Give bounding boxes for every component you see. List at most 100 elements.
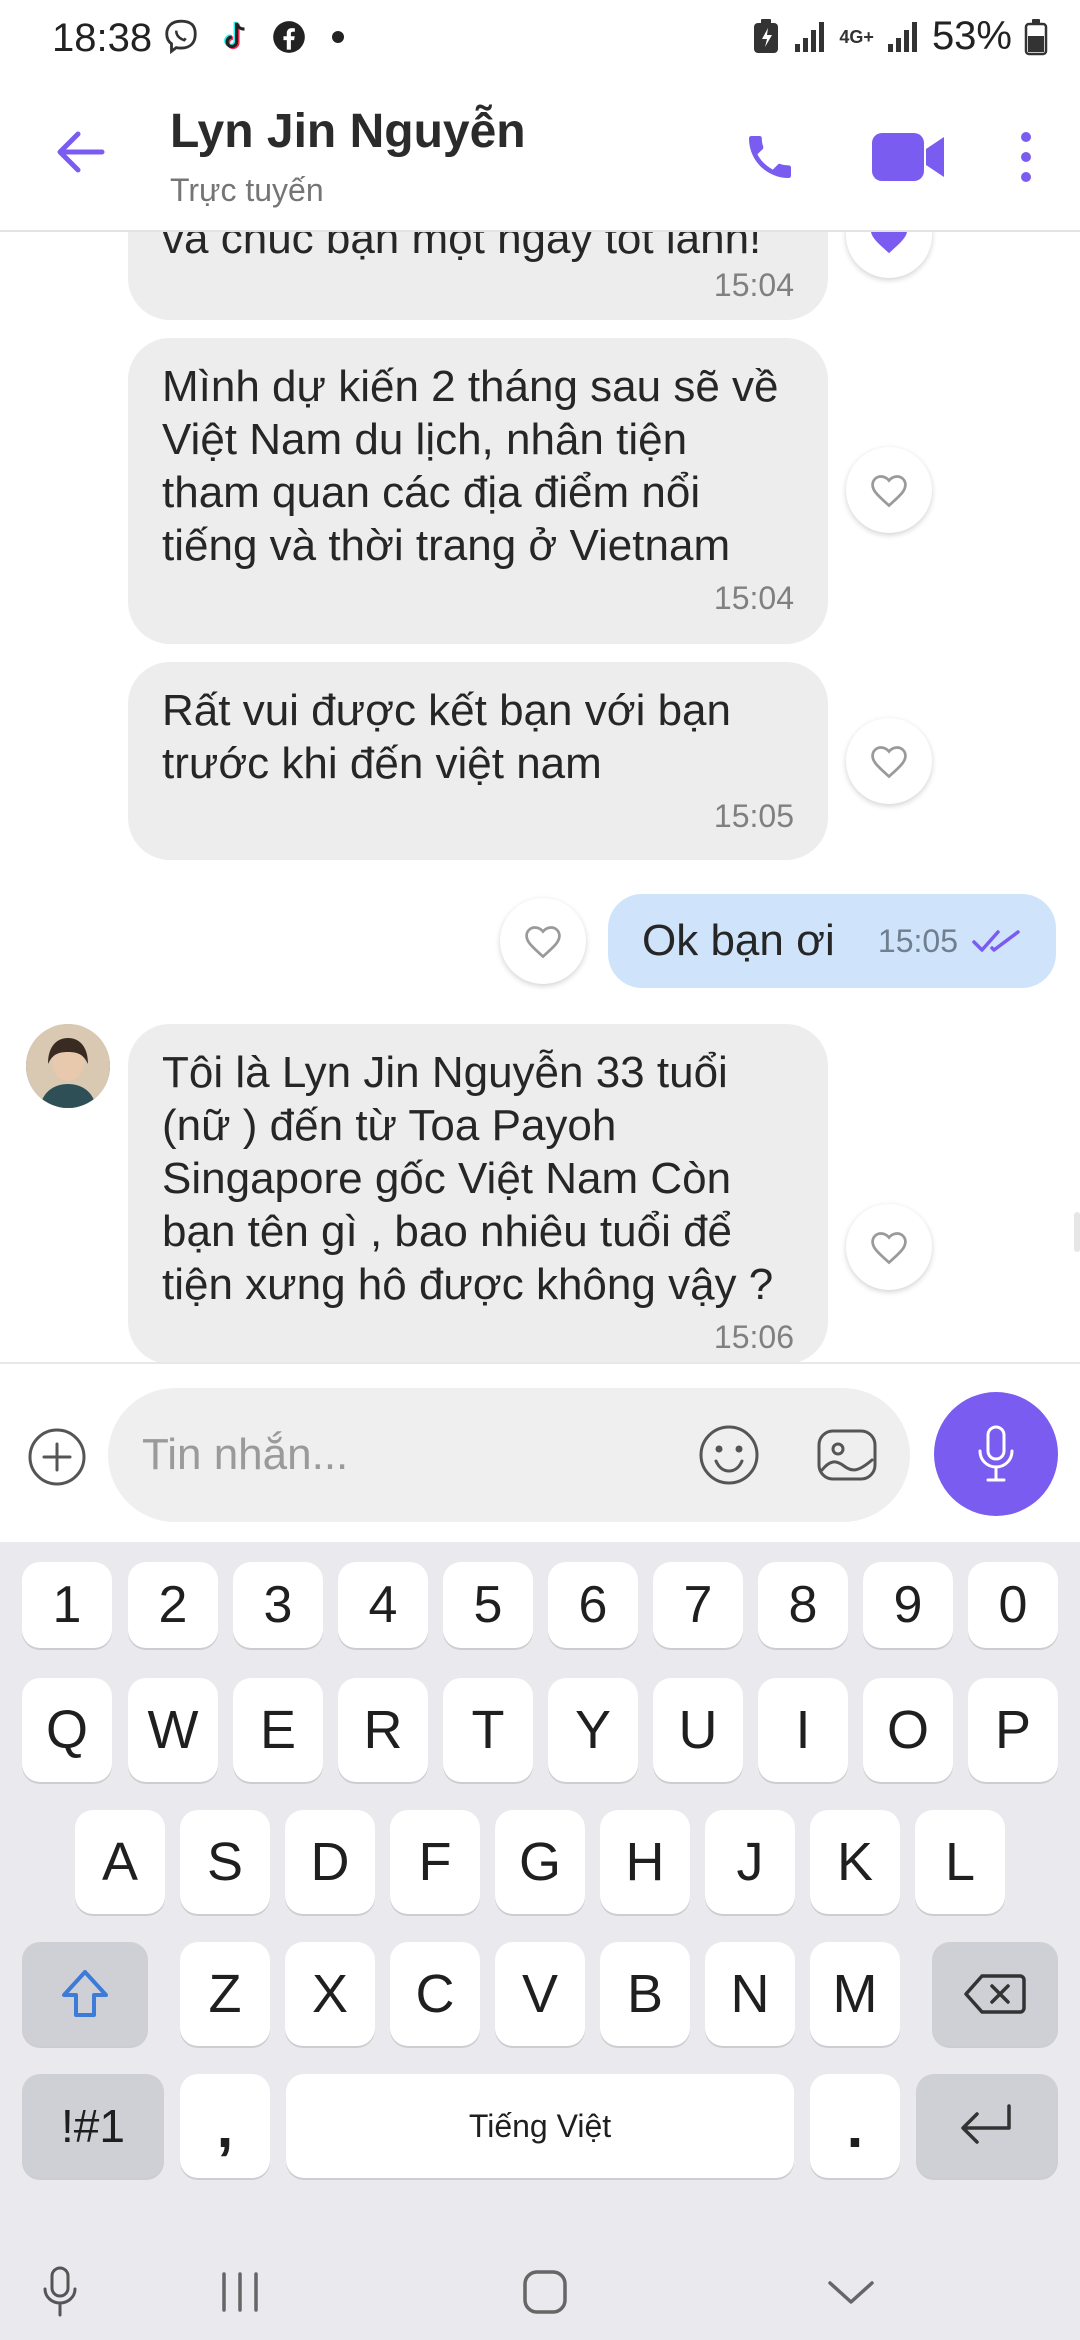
key-y[interactable]: Y: [548, 1678, 638, 1782]
incoming-message-bubble[interactable]: và chúc bạn một ngày tốt lành! 15:04: [128, 232, 828, 320]
backspace-icon: [964, 1974, 1026, 2014]
like-button[interactable]: [846, 232, 932, 278]
message-text: Mình dự kiến 2 tháng sau sẽ về Việt Nam …: [162, 362, 779, 570]
like-button[interactable]: [846, 718, 932, 804]
key-w[interactable]: W: [128, 1678, 218, 1782]
like-button[interactable]: [846, 1204, 932, 1290]
battery-saver-icon: [754, 18, 779, 53]
message-text: và chúc bạn một ngày tốt lành!: [162, 232, 762, 263]
message-time: 15:05: [877, 922, 958, 959]
message-list[interactable]: và chúc bạn một ngày tốt lành! 15:04 Mìn…: [0, 232, 1080, 1362]
shift-key[interactable]: [22, 1942, 148, 2046]
key-q[interactable]: Q: [22, 1678, 112, 1782]
tiktok-notification-icon: [224, 21, 245, 50]
enter-icon: [961, 2104, 1011, 2144]
message-time: 15:04: [713, 267, 794, 303]
contact-avatar[interactable]: [26, 1024, 110, 1108]
incoming-message-bubble[interactable]: Mình dự kiến 2 tháng sau sẽ về Việt Nam …: [128, 338, 828, 644]
emoji-icon[interactable]: [696, 1422, 762, 1488]
key-s[interactable]: S: [180, 1810, 270, 1914]
key-b[interactable]: B: [600, 1942, 690, 2046]
key-l[interactable]: L: [915, 1810, 1005, 1914]
viber-notification-icon: [165, 19, 197, 55]
message-field[interactable]: [108, 1388, 910, 1522]
more-options-button[interactable]: [1006, 122, 1046, 192]
outgoing-message-bubble[interactable]: Ok bạn ơi 15:05: [608, 894, 1056, 988]
key-p[interactable]: P: [968, 1678, 1058, 1782]
key-z[interactable]: Z: [180, 1942, 270, 2046]
contact-name[interactable]: Lyn Jin Nguyễn: [170, 104, 526, 159]
gallery-icon[interactable]: [814, 1422, 880, 1488]
key-d[interactable]: D: [285, 1810, 375, 1914]
key-3[interactable]: 3: [233, 1562, 323, 1648]
status-time: 18:38: [52, 16, 153, 60]
message-text: Rất vui được kết bạn với bạn trước khi đ…: [162, 686, 731, 788]
message-input[interactable]: [142, 1388, 662, 1522]
scroll-indicator[interactable]: [1074, 1212, 1080, 1252]
key-6[interactable]: 6: [548, 1562, 638, 1648]
enter-key[interactable]: [916, 2074, 1058, 2178]
video-call-button[interactable]: [868, 122, 948, 192]
key-0[interactable]: 0: [968, 1562, 1058, 1648]
key-g[interactable]: G: [495, 1810, 585, 1914]
battery-icon: [1024, 18, 1048, 55]
status-bar: 18:38 4G+ 53%: [0, 0, 1080, 82]
key-k[interactable]: K: [810, 1810, 900, 1914]
key-i[interactable]: I: [758, 1678, 848, 1782]
home-button[interactable]: [510, 2264, 580, 2320]
key-8[interactable]: 8: [758, 1562, 848, 1648]
key-h[interactable]: H: [600, 1810, 690, 1914]
key-4[interactable]: 4: [338, 1562, 428, 1648]
key-m[interactable]: M: [810, 1942, 900, 2046]
key-n[interactable]: N: [705, 1942, 795, 2046]
key-e[interactable]: E: [233, 1678, 323, 1782]
space-key[interactable]: Tiếng Việt: [286, 2074, 794, 2178]
like-button[interactable]: [500, 898, 586, 984]
comma-key[interactable]: ,: [180, 2074, 270, 2178]
heart-outline-icon: [871, 1232, 907, 1265]
key-9[interactable]: 9: [863, 1562, 953, 1648]
like-button[interactable]: [846, 447, 932, 533]
incoming-message-bubble[interactable]: Tôi là Lyn Jin Nguyễn 33 tuổi (nữ ) đến …: [128, 1024, 828, 1362]
key-t[interactable]: T: [443, 1678, 533, 1782]
symbols-key[interactable]: !#1: [22, 2074, 164, 2178]
viber-chat-screen: 18:38 4G+ 53% Lyn Jin Nguyễn Trực tuyến: [0, 0, 1080, 2340]
heart-outline-icon: [871, 746, 907, 779]
heart-filled-icon: [871, 232, 907, 254]
key-7[interactable]: 7: [653, 1562, 743, 1648]
key-j[interactable]: J: [705, 1810, 795, 1914]
backspace-key[interactable]: [932, 1942, 1058, 2046]
key-5[interactable]: 5: [443, 1562, 533, 1648]
voice-input-button[interactable]: [30, 2264, 90, 2320]
voice-call-button[interactable]: [740, 122, 800, 192]
hide-keyboard-button[interactable]: [816, 2264, 886, 2320]
key-o[interactable]: O: [863, 1678, 953, 1782]
video-camera-icon: [872, 133, 944, 181]
key-1[interactable]: 1: [22, 1562, 112, 1648]
back-button[interactable]: [50, 122, 110, 182]
key-u[interactable]: U: [653, 1678, 743, 1782]
voice-message-button[interactable]: [934, 1392, 1058, 1516]
key-c[interactable]: C: [390, 1942, 480, 2046]
network-type-label: 4G+: [839, 26, 874, 47]
heart-outline-icon: [525, 926, 561, 959]
period-key[interactable]: .: [810, 2074, 900, 2178]
recent-apps-icon: [222, 2272, 258, 2312]
key-2[interactable]: 2: [128, 1562, 218, 1648]
key-v[interactable]: V: [495, 1942, 585, 2046]
double-check-icon: [972, 930, 1020, 952]
signal-icon-2: [887, 21, 917, 52]
add-attachment-icon[interactable]: [26, 1426, 88, 1488]
recent-apps-button[interactable]: [210, 2264, 270, 2320]
message-composer: [0, 1362, 1080, 1542]
key-r[interactable]: R: [338, 1678, 428, 1782]
key-a[interactable]: A: [75, 1810, 165, 1914]
keyboard-mic-icon: [43, 2266, 77, 2317]
key-f[interactable]: F: [390, 1810, 480, 1914]
phone-icon: [749, 136, 791, 178]
on-screen-keyboard: 1 2 3 4 5 6 7 8 9 0 Q W E R T Y U I O P …: [0, 1542, 1080, 2242]
system-navigation-bar: [0, 2242, 1080, 2340]
key-x[interactable]: X: [285, 1942, 375, 2046]
incoming-message-bubble[interactable]: Rất vui được kết bạn với bạn trước khi đ…: [128, 662, 828, 860]
message-time: 15:06: [713, 1319, 794, 1355]
